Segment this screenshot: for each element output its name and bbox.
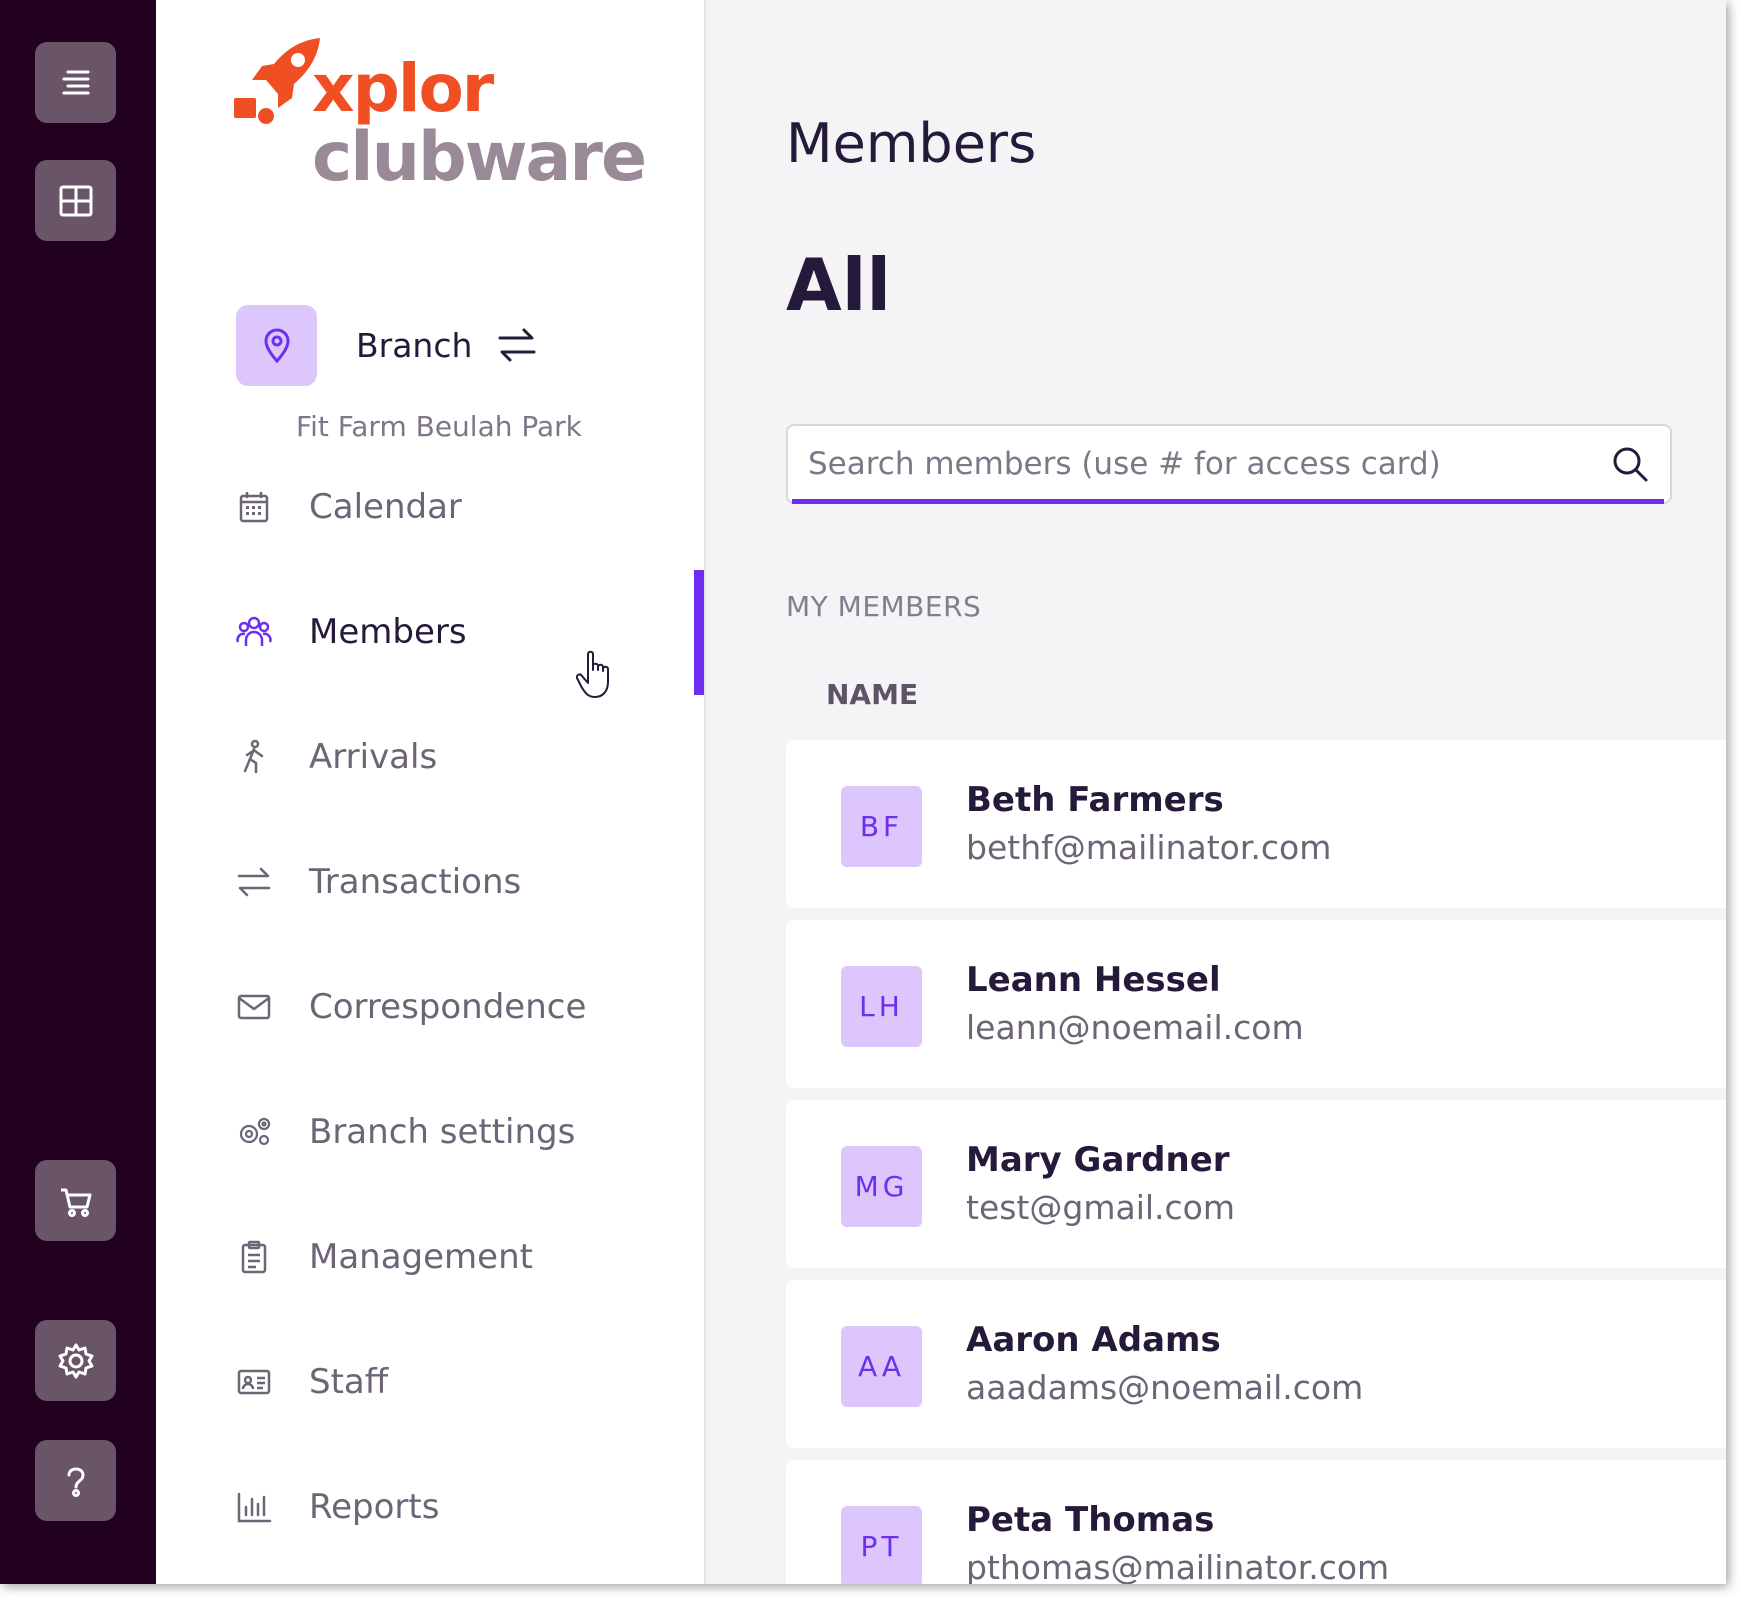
branch-name: Fit Farm Beulah Park xyxy=(296,410,582,443)
nav-item-label: Members xyxy=(309,612,467,652)
map-pin-icon xyxy=(263,328,290,363)
nav-item-correspondence[interactable]: Correspondence xyxy=(234,967,694,1047)
active-nav-indicator xyxy=(694,570,704,695)
nav-item-label: Calendar xyxy=(309,487,462,527)
member-name: Peta Thomas xyxy=(966,1500,1215,1540)
nav-item-reports[interactable]: Reports xyxy=(234,1467,694,1547)
gear-icon xyxy=(58,1343,93,1378)
search-icon[interactable] xyxy=(1610,444,1650,484)
nav-item-label: Staff xyxy=(309,1362,389,1402)
members-icon xyxy=(234,612,274,652)
rocket-icon xyxy=(234,38,320,124)
menu-button[interactable] xyxy=(35,42,116,123)
branch-label: Branch xyxy=(356,326,473,365)
grid-icon xyxy=(59,185,92,216)
nav-item-arrivals[interactable]: Arrivals xyxy=(234,717,694,797)
nav-item-label: Correspondence xyxy=(309,987,587,1027)
calendar-icon xyxy=(234,487,274,527)
member-row[interactable]: PT Peta Thomas pthomas@mailinator.com xyxy=(786,1460,1726,1584)
member-name: Mary Gardner xyxy=(966,1140,1230,1180)
nav-item-calendar[interactable]: Calendar xyxy=(234,467,694,547)
search-focus-underline xyxy=(792,499,1664,504)
bar-chart-icon xyxy=(234,1487,274,1527)
avatar: AA xyxy=(841,1326,922,1407)
search-box xyxy=(786,424,1672,504)
clubware-logo: xplor clubware xyxy=(232,36,652,196)
member-email: bethf@mailinator.com xyxy=(966,828,1332,867)
envelope-icon xyxy=(234,987,274,1027)
member-row[interactable]: AA Aaron Adams aaadams@noemail.com xyxy=(786,1280,1726,1448)
member-email: aaadams@noemail.com xyxy=(966,1368,1364,1407)
cart-button[interactable] xyxy=(35,1160,116,1241)
section-label: MY MEMBERS xyxy=(786,590,982,623)
avatar: PT xyxy=(841,1506,922,1584)
nav-item-management[interactable]: Management xyxy=(234,1217,694,1297)
page-subtitle: All xyxy=(786,243,892,327)
dashboard-button[interactable] xyxy=(35,160,116,241)
nav-item-transactions[interactable]: Transactions xyxy=(234,842,694,922)
member-name: Leann Hessel xyxy=(966,960,1221,1000)
branch-button[interactable] xyxy=(236,305,317,386)
clipboard-icon xyxy=(234,1237,274,1277)
nav-item-label: Management xyxy=(309,1237,533,1277)
app-window: xplor clubware Branch Fit Farm Beulah Pa… xyxy=(0,0,1726,1584)
logo-xplor-text: xplor xyxy=(312,50,494,127)
help-button[interactable] xyxy=(35,1440,116,1521)
swap-branch-icon[interactable] xyxy=(496,325,538,365)
member-row[interactable]: LH Leann Hessel leann@noemail.com xyxy=(786,920,1726,1088)
arrows-swap-icon xyxy=(234,862,274,902)
page-title: Members xyxy=(786,112,1037,175)
nav-item-label: Branch settings xyxy=(309,1112,576,1152)
nav-item-staff[interactable]: Staff xyxy=(234,1342,694,1422)
column-header-name: NAME xyxy=(826,678,919,711)
nav-item-label: Transactions xyxy=(309,862,522,902)
member-name: Aaron Adams xyxy=(966,1320,1221,1360)
logo-clubware-text: clubware xyxy=(312,118,647,197)
avatar: LH xyxy=(841,966,922,1047)
member-name: Beth Farmers xyxy=(966,780,1224,820)
member-email: test@gmail.com xyxy=(966,1188,1235,1227)
walking-person-icon xyxy=(234,737,274,777)
help-icon xyxy=(67,1467,85,1497)
search-input[interactable] xyxy=(808,436,1588,492)
side-nav: xplor clubware Branch Fit Farm Beulah Pa… xyxy=(156,0,706,1584)
member-email: leann@noemail.com xyxy=(966,1008,1304,1047)
avatar: MG xyxy=(841,1146,922,1227)
menu-icon xyxy=(62,70,89,94)
hand-cursor-icon xyxy=(576,650,609,698)
main-content: Members All MY MEMBERS NAME BF Beth Farm… xyxy=(706,0,1726,1584)
nav-item-members[interactable]: Members xyxy=(234,592,694,672)
cart-icon xyxy=(60,1188,91,1217)
settings-button[interactable] xyxy=(35,1320,116,1401)
nav-item-label: Arrivals xyxy=(309,737,438,777)
icon-rail xyxy=(0,0,156,1584)
avatar: BF xyxy=(841,786,922,867)
member-email: pthomas@mailinator.com xyxy=(966,1548,1390,1584)
nav-item-branch-settings[interactable]: Branch settings xyxy=(234,1092,694,1172)
member-row[interactable]: BF Beth Farmers bethf@mailinator.com xyxy=(786,740,1726,908)
id-card-icon xyxy=(234,1362,274,1402)
nav-item-label: Reports xyxy=(309,1487,440,1527)
member-row[interactable]: MG Mary Gardner test@gmail.com xyxy=(786,1100,1726,1268)
gears-icon xyxy=(234,1112,274,1152)
